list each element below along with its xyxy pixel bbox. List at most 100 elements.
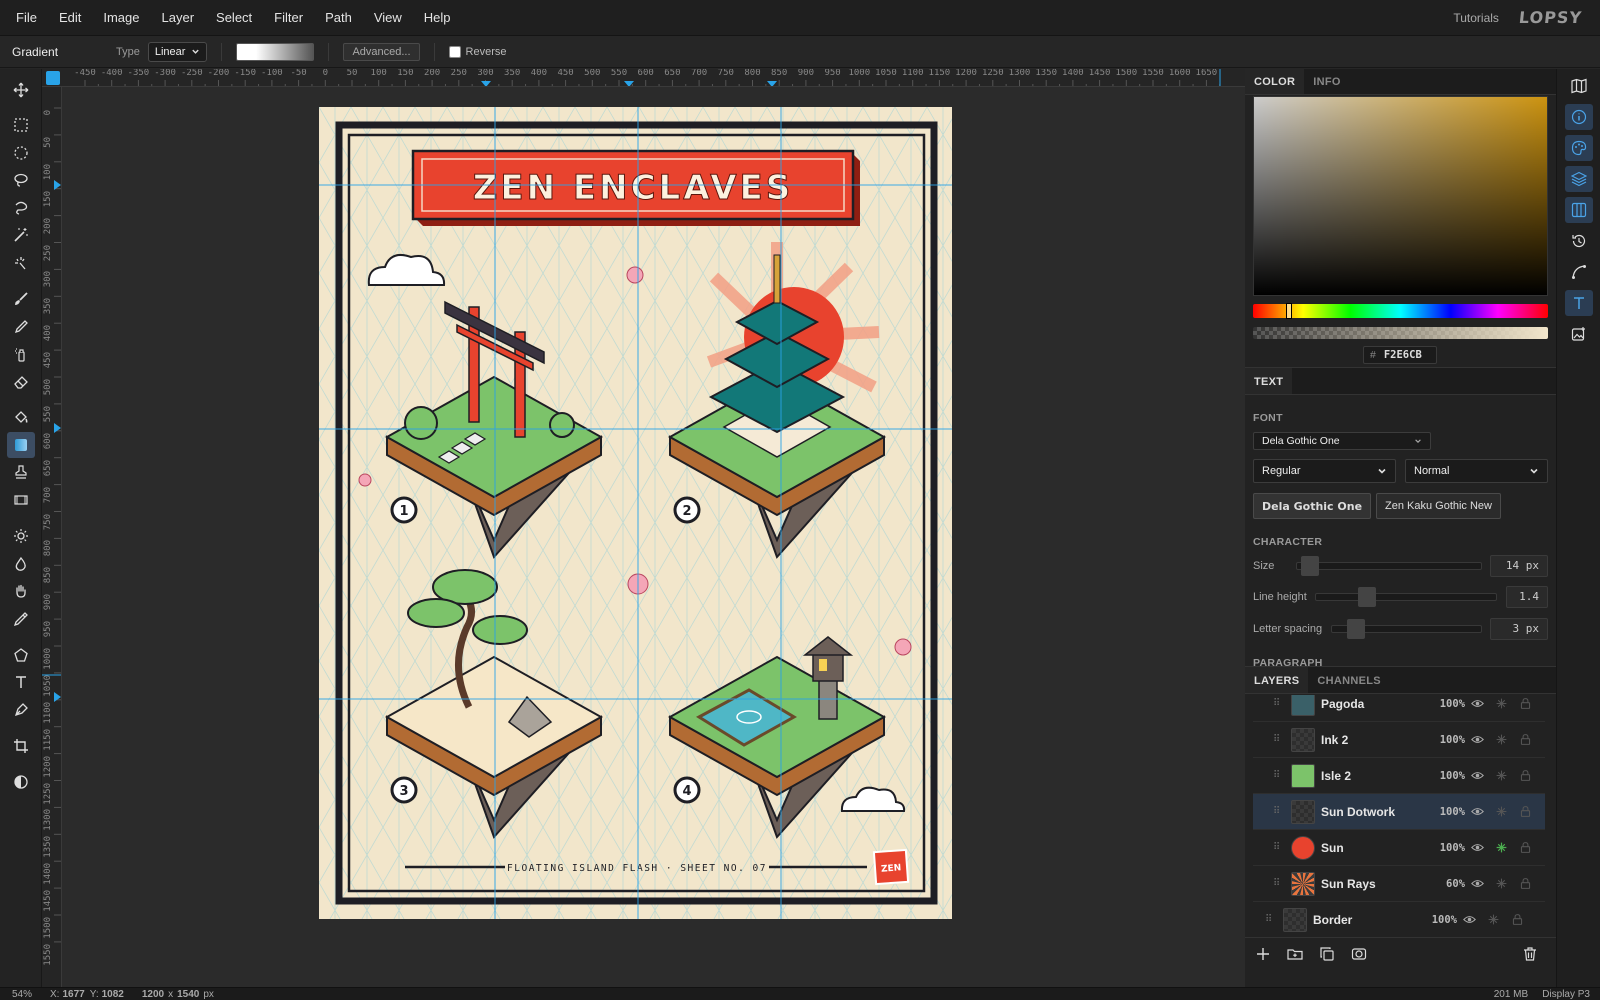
font-weight-select[interactable]: Regular (1253, 459, 1396, 483)
zoom-level[interactable]: 54% (12, 989, 50, 1000)
menu-file[interactable]: File (0, 0, 48, 36)
line-height-slider-knob[interactable] (1358, 587, 1376, 607)
tab-channels[interactable]: CHANNELS (1308, 667, 1390, 693)
fx-toggle[interactable] (1489, 769, 1513, 782)
line-height-value[interactable]: 1.4 (1506, 586, 1548, 608)
hex-field[interactable]: # F2E6CB (1363, 346, 1437, 364)
line-height-slider[interactable] (1315, 593, 1497, 601)
tab-info[interactable]: INFO (1304, 69, 1349, 94)
visibility-toggle[interactable] (1465, 697, 1489, 710)
tab-layers[interactable]: LAYERS (1245, 667, 1309, 693)
size-slider[interactable] (1296, 562, 1482, 570)
layer-row-selected[interactable]: ⠿ Sun Dotwork 100% (1253, 794, 1545, 830)
new-group-button[interactable] (1287, 946, 1307, 966)
layer-row[interactable]: ⠿ Pagoda 100% (1253, 695, 1545, 722)
font-style-select[interactable]: Normal (1405, 459, 1548, 483)
fx-toggle[interactable] (1489, 805, 1513, 818)
channels-panel-button[interactable] (1565, 197, 1593, 223)
delete-layer-button[interactable] (1522, 946, 1542, 966)
guide-marker[interactable] (54, 423, 61, 433)
lock-toggle[interactable] (1513, 877, 1537, 890)
lock-toggle[interactable] (1513, 769, 1537, 782)
hue-slider-handle[interactable] (1286, 303, 1292, 319)
color-field[interactable] (1253, 96, 1548, 296)
gradient-tool[interactable] (7, 432, 35, 458)
layer-row[interactable]: ⠿ Isle 2 100% (1253, 758, 1545, 794)
text-tool[interactable] (7, 669, 35, 695)
hue-slider[interactable] (1253, 303, 1548, 319)
drag-handle[interactable]: ⠿ (1273, 698, 1283, 709)
tab-text[interactable]: TEXT (1245, 368, 1293, 394)
drag-handle[interactable]: ⠿ (1273, 734, 1283, 745)
fx-toggle[interactable] (1489, 877, 1513, 890)
fx-toggle-active[interactable] (1489, 841, 1513, 854)
letter-spacing-value[interactable]: 3 px (1490, 618, 1548, 640)
advanced-button[interactable]: Advanced... (343, 42, 420, 61)
font-family-select[interactable]: Dela Gothic One (1253, 432, 1431, 450)
fx-toggle[interactable] (1489, 697, 1513, 710)
gradient-preview[interactable] (236, 42, 315, 61)
menu-help[interactable]: Help (413, 0, 462, 36)
burn-tool[interactable] (7, 551, 35, 577)
spray-tool[interactable] (7, 341, 35, 367)
hand-tool[interactable] (7, 578, 35, 604)
layer-row[interactable]: ⠿ Sun 100% (1253, 830, 1545, 866)
ellipse-select-tool[interactable] (7, 140, 35, 166)
menu-image[interactable]: Image (92, 0, 150, 36)
quick-select-tool[interactable] (7, 250, 35, 276)
drag-handle[interactable]: ⠿ (1273, 878, 1283, 889)
menu-edit[interactable]: Edit (48, 0, 92, 36)
pen-tool[interactable] (7, 697, 35, 723)
map-panel-button[interactable] (1565, 73, 1593, 99)
new-layer-button[interactable] (1255, 946, 1275, 966)
lock-toggle[interactable] (1513, 805, 1537, 818)
reverse-checkbox[interactable] (448, 45, 461, 58)
move-tool[interactable] (7, 77, 35, 103)
menu-filter[interactable]: Filter (263, 0, 314, 36)
add-mask-button[interactable] (1351, 946, 1371, 966)
size-slider-knob[interactable] (1301, 556, 1319, 576)
brush-tool[interactable] (7, 286, 35, 312)
history-panel-button[interactable] (1565, 228, 1593, 254)
fx-toggle[interactable] (1489, 733, 1513, 746)
info-panel-button[interactable] (1565, 104, 1593, 130)
crop-tool[interactable] (7, 733, 35, 759)
lock-toggle[interactable] (1513, 697, 1537, 710)
drag-handle[interactable]: ⠿ (1273, 842, 1283, 853)
alpha-slider[interactable] (1253, 327, 1548, 339)
lock-toggle[interactable] (1513, 733, 1537, 746)
lasso-tool[interactable] (7, 167, 35, 193)
canvas-area[interactable]: ZEN ENCLAVES 1 2 3 4 FLOATING ISLAND FLA… (62, 87, 1245, 987)
rect-select-tool[interactable] (7, 112, 35, 138)
duplicate-layer-button[interactable] (1319, 946, 1339, 966)
drag-handle[interactable]: ⠿ (1265, 914, 1275, 925)
lock-toggle[interactable] (1513, 841, 1537, 854)
artboard[interactable]: ZEN ENCLAVES 1 2 3 4 FLOATING ISLAND FLA… (319, 107, 952, 919)
stamp-tool[interactable] (7, 459, 35, 485)
eraser-tool[interactable] (7, 369, 35, 395)
layer-row[interactable]: ⠿ Ink 2 100% (1253, 722, 1545, 758)
pencil-tool[interactable] (7, 314, 35, 340)
eyedropper-tool[interactable] (7, 606, 35, 632)
fx-toggle[interactable] (1481, 913, 1505, 926)
ruler-origin[interactable] (46, 71, 60, 85)
color-panel-button[interactable] (1565, 135, 1593, 161)
fill-tool[interactable] (7, 404, 35, 430)
layers-panel-button[interactable] (1565, 166, 1593, 192)
visibility-toggle[interactable] (1465, 841, 1489, 854)
filmstrip-tool[interactable] (7, 487, 35, 513)
size-value[interactable]: 14 px (1490, 555, 1548, 577)
tutorials-link[interactable]: Tutorials (1453, 11, 1499, 25)
drag-handle[interactable]: ⠿ (1273, 770, 1283, 781)
lock-toggle[interactable] (1505, 913, 1529, 926)
visibility-toggle[interactable] (1465, 805, 1489, 818)
tab-color[interactable]: COLOR (1245, 69, 1305, 94)
paths-panel-button[interactable] (1565, 259, 1593, 285)
mask-toggle[interactable] (7, 769, 35, 795)
font-button-dela[interactable]: Dela Gothic One (1253, 493, 1372, 519)
visibility-toggle[interactable] (1465, 877, 1489, 890)
visibility-toggle[interactable] (1465, 769, 1489, 782)
visibility-toggle[interactable] (1457, 913, 1481, 926)
menu-layer[interactable]: Layer (151, 0, 206, 36)
guide-marker[interactable] (54, 692, 61, 702)
